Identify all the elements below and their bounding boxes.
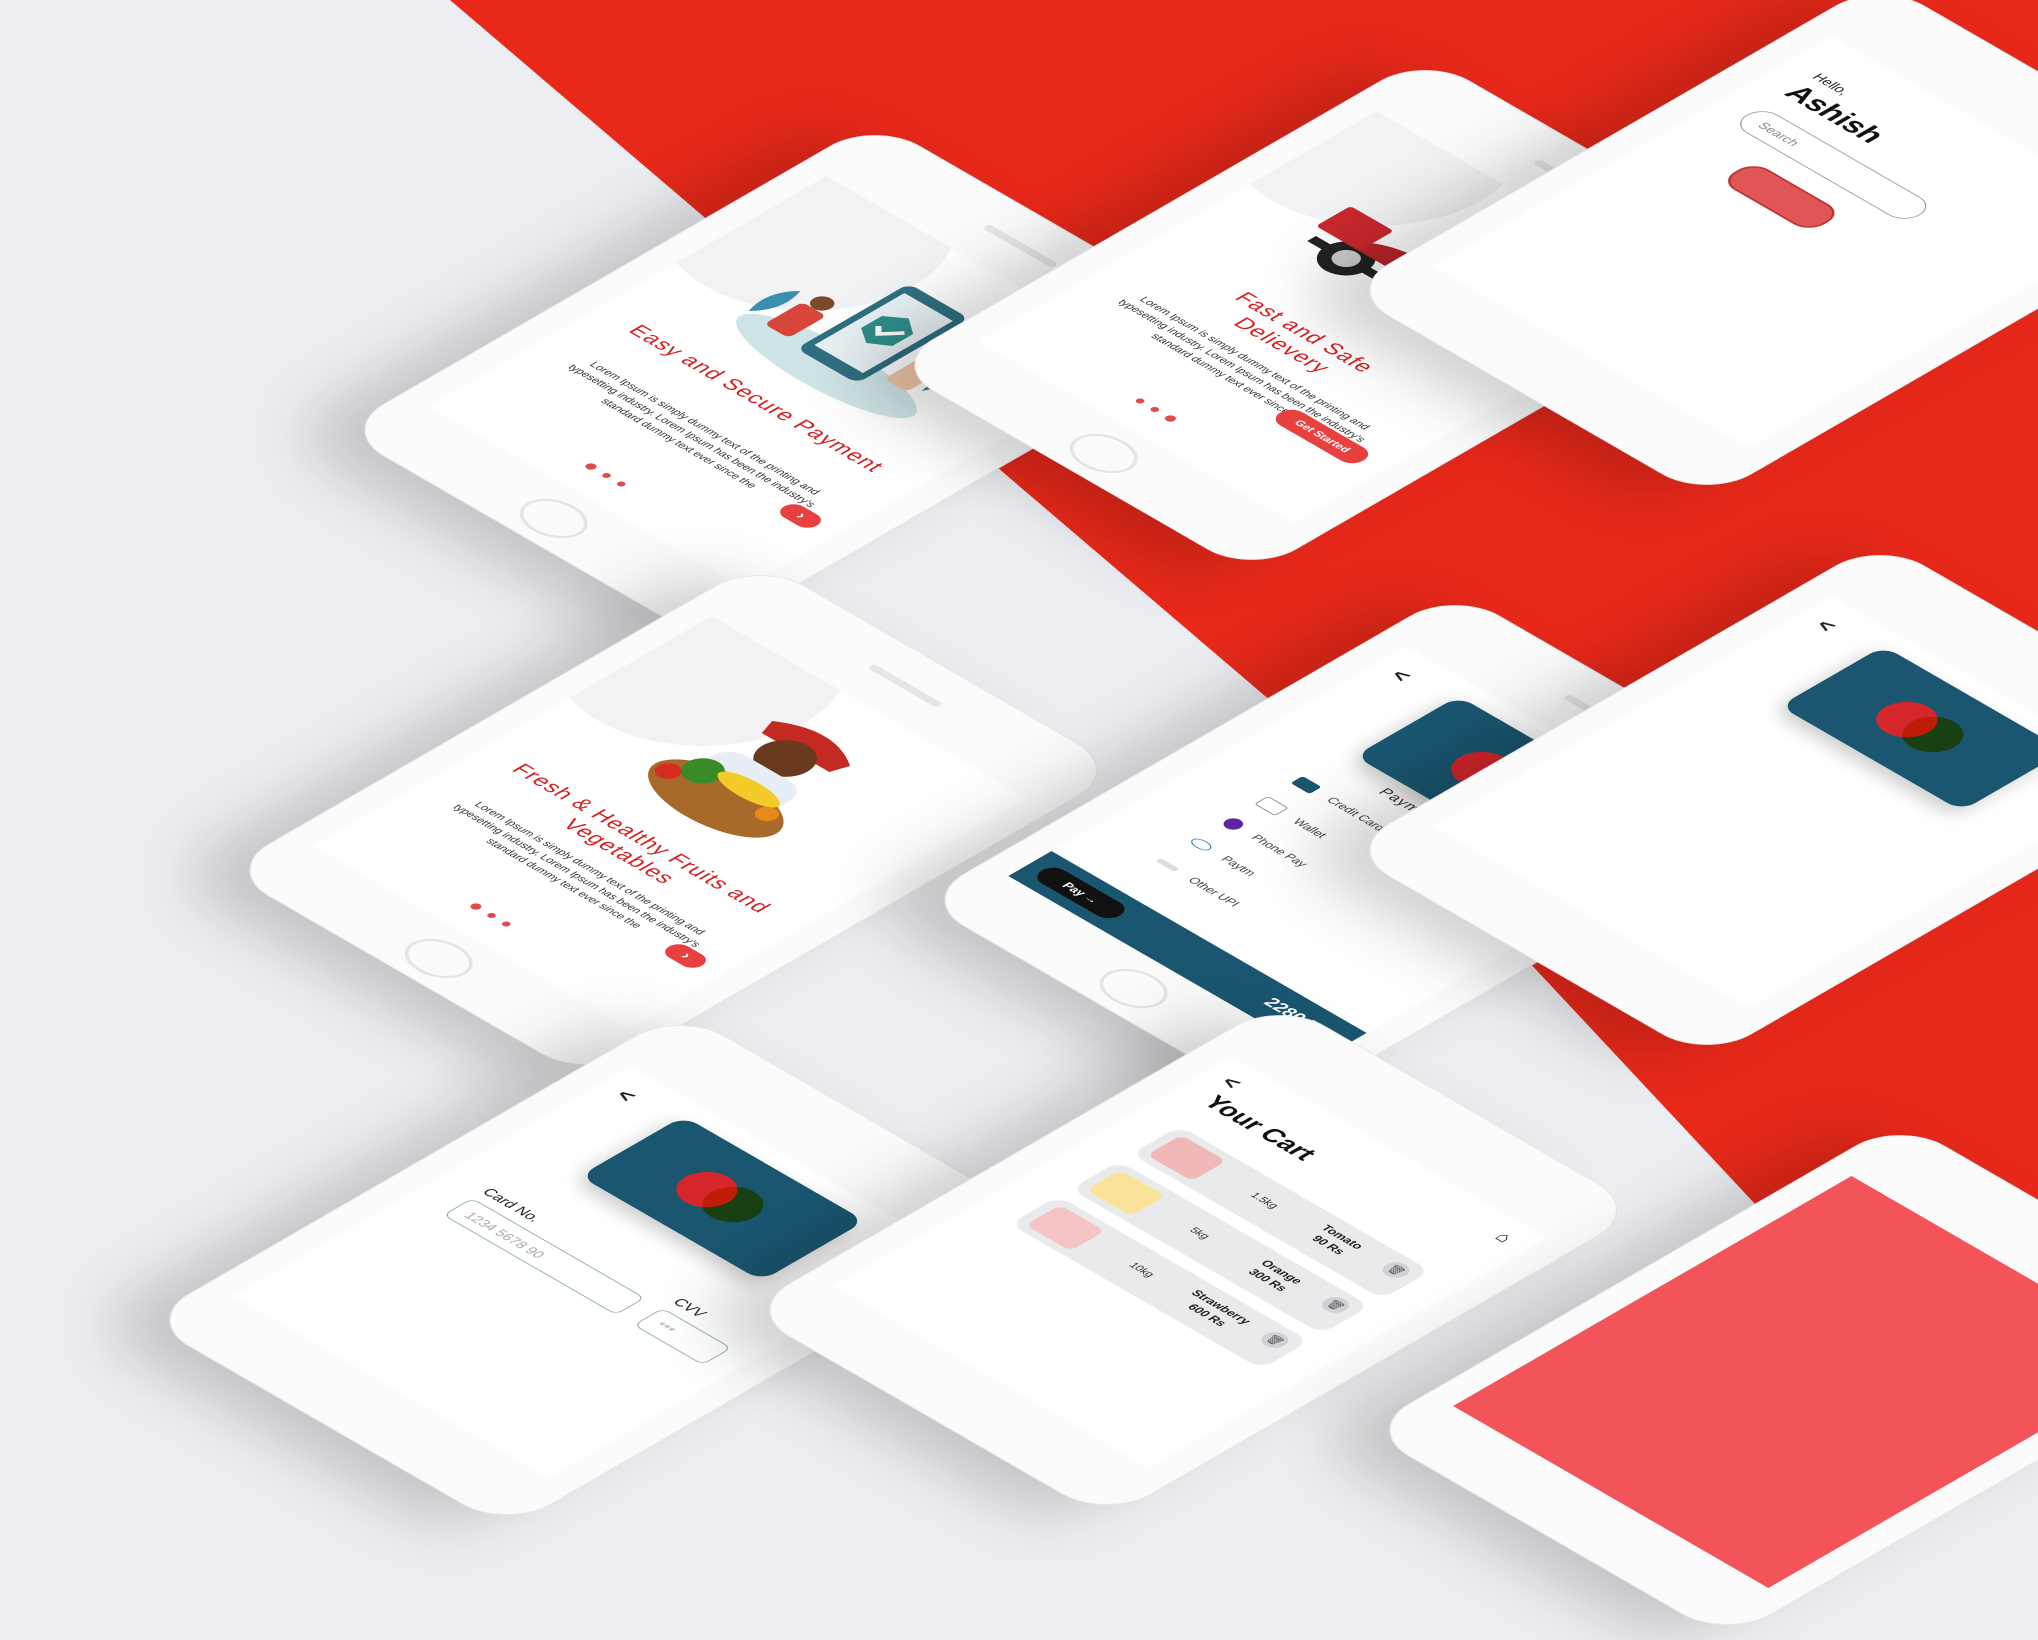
method-label: Wallet <box>1289 816 1331 840</box>
phonepe-icon <box>1219 816 1248 832</box>
pager-dots <box>583 462 628 488</box>
wallet-icon <box>1254 796 1289 816</box>
mastercard-card <box>579 1116 866 1281</box>
item-quantity: 1.5kg <box>1247 1191 1281 1211</box>
phone-speaker <box>982 224 1059 268</box>
item-quantity: 5kg <box>1186 1226 1213 1241</box>
back-button[interactable]: < <box>609 1086 643 1105</box>
pager-dot <box>500 920 513 928</box>
pager-dot <box>583 462 599 471</box>
home-button[interactable] <box>1086 961 1182 1016</box>
method-label: Paytm <box>1217 854 1260 879</box>
pager-dot <box>485 912 498 919</box>
method-label: Other UPI <box>1184 875 1244 909</box>
item-quantity: 10kg <box>1125 1261 1157 1279</box>
phone-fresh-fruits: Fresh & Healthy Fruits and Vegetables Lo… <box>223 560 1124 1080</box>
chevron-right-icon: › <box>676 950 696 962</box>
back-button[interactable]: < <box>1384 666 1418 685</box>
pager-dot <box>600 472 613 479</box>
pager-dots <box>1133 397 1179 423</box>
mastercard-card <box>1779 646 2038 811</box>
strawberry-thumbnail <box>1025 1205 1106 1251</box>
phone-speaker <box>867 664 944 708</box>
basket-icon[interactable]: ⌂ <box>1490 1230 1518 1246</box>
arrow-right-icon: → <box>1080 892 1103 906</box>
method-label: Phone Pay <box>1248 832 1312 869</box>
pager-dot <box>615 480 628 488</box>
pager-dot <box>468 902 484 911</box>
method-paytm[interactable]: Paytm <box>1187 836 1260 879</box>
pager-dot <box>1162 414 1179 423</box>
pager-dots <box>468 902 513 928</box>
orange-thumbnail <box>1086 1170 1166 1216</box>
tomato-thumbnail <box>1146 1135 1227 1181</box>
chevron-right-icon: › <box>791 510 811 522</box>
trash-icon[interactable]: 🗑 <box>1316 1294 1355 1316</box>
paytm-icon <box>1187 836 1216 853</box>
home-screen: Hello, Ashish Search <box>1433 36 2038 448</box>
home-button[interactable] <box>391 931 487 986</box>
pager-dot <box>1134 397 1147 405</box>
trash-icon[interactable]: 🗑 <box>1255 1329 1294 1351</box>
back-button[interactable]: < <box>1214 1073 1248 1092</box>
cvv-input[interactable]: *** <box>633 1308 732 1365</box>
mockup-stage: Easy and Secure Payment Lorem Ipsum is s… <box>0 0 2038 1640</box>
upi-icon <box>1155 858 1180 872</box>
back-button[interactable]: < <box>1809 616 1843 635</box>
pay-button[interactable]: Pay → <box>1030 864 1132 922</box>
credit-card-icon <box>1290 776 1322 794</box>
home-button[interactable] <box>1056 426 1152 481</box>
pager-dot <box>1148 406 1161 413</box>
home-button[interactable] <box>506 491 602 546</box>
trash-icon[interactable]: 🗑 <box>1376 1259 1416 1281</box>
